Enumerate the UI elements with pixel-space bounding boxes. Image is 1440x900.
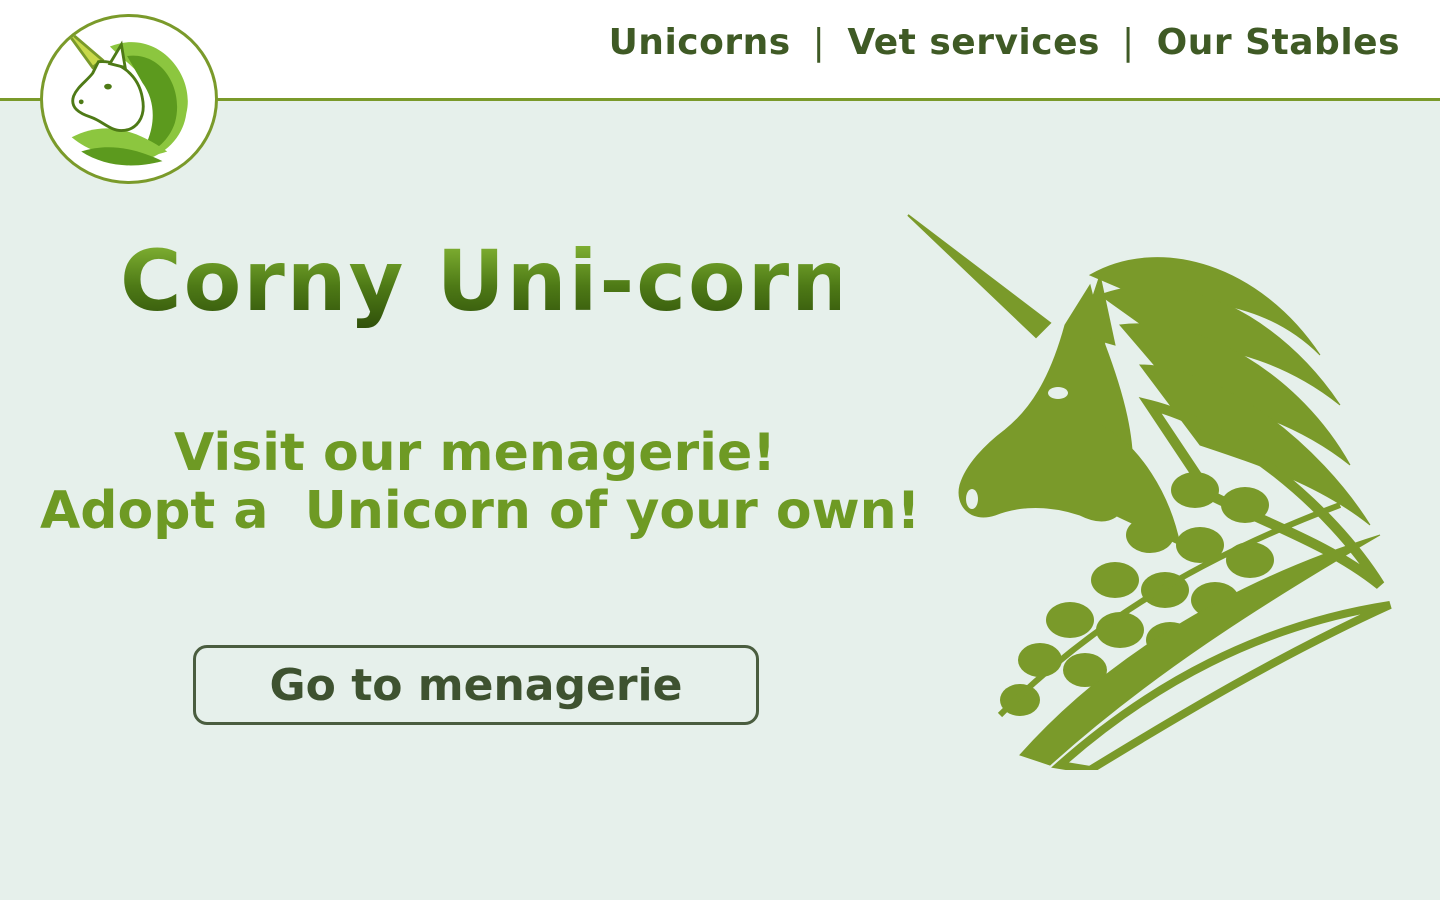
- corn-unicorn-graphic: [907, 214, 1392, 770]
- main-nav: Unicorns | Vet services | Our Stables: [609, 22, 1400, 63]
- nav-separator: |: [1121, 22, 1135, 63]
- unicorn-logo-icon[interactable]: [40, 14, 218, 184]
- go-to-menagerie-button[interactable]: Go to menagerie: [193, 645, 759, 725]
- page-title: Corny Uni-corn: [120, 232, 853, 330]
- nav-separator: |: [812, 22, 826, 63]
- nav-link-unicorns[interactable]: Unicorns: [609, 22, 791, 63]
- nav-link-our-stables[interactable]: Our Stables: [1157, 22, 1400, 63]
- unicorn-logo-graphic: [60, 24, 188, 166]
- hero-tagline: Visit our menagerie! Adopt a Unicorn of …: [40, 423, 921, 541]
- site-header: Unicorns | Vet services | Our Stables: [0, 0, 1440, 184]
- nav-link-vet-services[interactable]: Vet services: [847, 22, 1100, 63]
- corn-unicorn-illustration: [900, 205, 1400, 770]
